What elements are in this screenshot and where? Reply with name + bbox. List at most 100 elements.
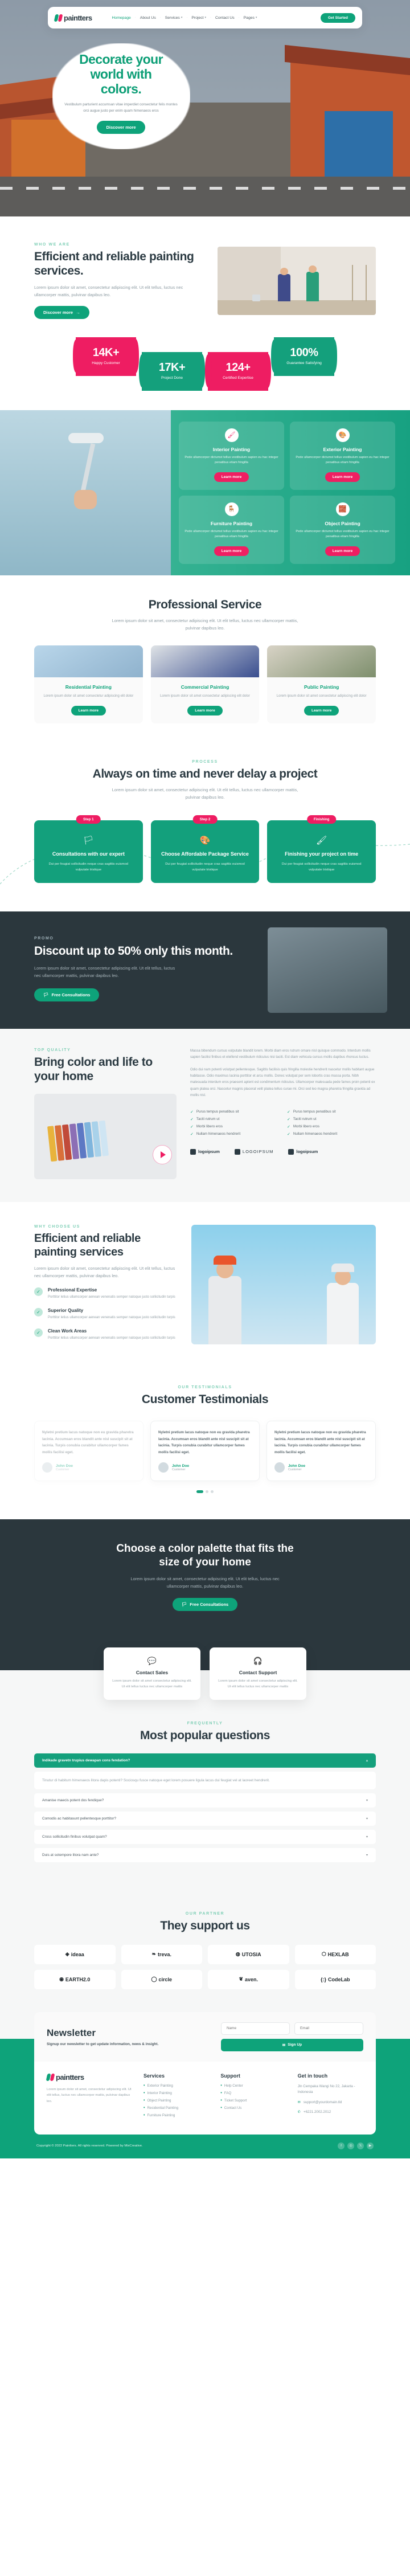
testimonial-pagination bbox=[34, 1490, 376, 1494]
why-choose-us-image bbox=[191, 1225, 376, 1345]
nav-item-project[interactable]: Project ▾ bbox=[190, 15, 208, 21]
faq-item-4[interactable]: Cross sollicitudin finibus volutpat quam… bbox=[34, 1830, 376, 1845]
step-title: Consultations with our expert bbox=[52, 851, 125, 857]
footer-link[interactable]: • Help Center bbox=[220, 2084, 286, 2088]
contact-card-sales[interactable]: 💬 Contact Sales Lorem ipsum dolor sit am… bbox=[104, 1647, 200, 1700]
service-card-interior-painting[interactable]: 🖌 Interior Painting Pede ullamcorper dic… bbox=[179, 421, 284, 490]
logo[interactable]: paintters bbox=[54, 14, 92, 22]
twitter-icon[interactable]: 𝕏 bbox=[357, 2142, 364, 2149]
get-started-button[interactable]: Get Started bbox=[320, 13, 355, 23]
bullet-icon: • bbox=[220, 2091, 222, 2095]
youtube-icon[interactable]: ▶ bbox=[367, 2142, 374, 2149]
newsletter-title: Newsletter bbox=[47, 2027, 96, 2038]
avatar bbox=[42, 1462, 52, 1473]
pro-card-desc: Lorem ipsum dolor sit amet consectetur a… bbox=[43, 694, 134, 698]
bullet-icon: • bbox=[144, 2098, 145, 2103]
services-photo bbox=[0, 410, 171, 575]
hero-discover-more-button[interactable]: Discover more bbox=[97, 120, 145, 134]
service-learn-more-button[interactable]: Learn more bbox=[325, 472, 360, 482]
footer-link[interactable]: • FAQ bbox=[220, 2091, 286, 2095]
faq-item-2[interactable]: Amanise maecis potent dos fendique? ▾ bbox=[34, 1793, 376, 1808]
footer-phone[interactable]: ✆ +6221.2002.2012 bbox=[298, 2109, 363, 2116]
partners-title: They support us bbox=[160, 1919, 250, 1933]
bird-icon: ❦ bbox=[239, 1976, 244, 1982]
feature-desc: Porttitor letius ullamcorper aenean vene… bbox=[48, 1336, 175, 1340]
footer-logo[interactable]: paintters bbox=[46, 2073, 132, 2082]
faq-item-3[interactable]: Comodis ac habitasunt pellentesque portt… bbox=[34, 1812, 376, 1826]
who-discover-more-button[interactable]: Discover more → bbox=[34, 305, 89, 319]
testimonial-role: Customer bbox=[288, 1467, 302, 1471]
service-learn-more-button[interactable]: Learn more bbox=[325, 546, 360, 556]
process-step-1: Step 1 🏳 Consultations with our expert D… bbox=[34, 815, 143, 884]
pro-learn-more-button[interactable]: Learn more bbox=[71, 705, 106, 715]
free-consultations-button[interactable]: 🏳 Free Consultations bbox=[34, 988, 100, 1001]
contact-card-support[interactable]: 🎧 Contact Support Lorem ipsum dolor sit … bbox=[210, 1647, 306, 1700]
nav-item-homepage[interactable]: Homepage bbox=[110, 15, 133, 21]
bullet-icon: • bbox=[144, 2113, 145, 2117]
newsletter-name-input[interactable] bbox=[221, 2022, 290, 2035]
clipboard-icon: 🏳 bbox=[181, 1601, 187, 1607]
nav-item-pages[interactable]: Pages ▾ bbox=[242, 15, 259, 21]
footer-address: Jln Cempaka Wangi No 22, Jakarta - Indon… bbox=[297, 2084, 355, 2095]
nav-item-services[interactable]: Services ▾ bbox=[163, 15, 184, 21]
footer-link[interactable]: • Furniture Painting bbox=[144, 2113, 209, 2117]
footer-link[interactable]: • Contact Us bbox=[220, 2106, 286, 2110]
pro-card-commercial-painting[interactable]: Commercial Painting Lorem ipsum dolor si… bbox=[150, 645, 260, 723]
service-learn-more-button[interactable]: Learn more bbox=[214, 546, 249, 556]
client-logo-3: logoipsum bbox=[288, 1148, 318, 1155]
headset-icon: 🎧 bbox=[253, 1656, 263, 1665]
pagination-dot[interactable] bbox=[211, 1490, 214, 1494]
pro-learn-more-button[interactable]: Learn more bbox=[304, 705, 339, 715]
testimonial-card: Nyletni pretium lacus natoque non eu gra… bbox=[34, 1421, 144, 1482]
footer-link[interactable]: • Residential Painting bbox=[144, 2106, 209, 2110]
service-card-furniture-painting[interactable]: 🪑 Furniture Painting Pede ullamcorper di… bbox=[179, 495, 284, 564]
who-eyebrow: WHO WE ARE bbox=[34, 243, 70, 247]
stat-label: Happy Customer bbox=[92, 361, 120, 365]
service-learn-more-button[interactable]: Learn more bbox=[214, 472, 249, 482]
nav-item-about-us[interactable]: About Us bbox=[138, 15, 158, 21]
pagination-dot[interactable] bbox=[206, 1490, 208, 1494]
testimonial-quote: Nyletni pretium lacus natoque non eu gra… bbox=[158, 1430, 250, 1454]
palette-free-consultations-button[interactable]: 🏳 Free Consultations bbox=[172, 1597, 238, 1611]
pro-learn-more-button[interactable]: Learn more bbox=[187, 705, 223, 715]
footer-email[interactable]: ✉ support@yourdomain.tld bbox=[298, 2100, 363, 2106]
nav-item-contact-us[interactable]: Contact Us bbox=[214, 15, 236, 21]
pro-card-title: Commercial Painting bbox=[181, 684, 229, 690]
feature-title: Superior Quality bbox=[48, 1308, 84, 1314]
newsletter-signup-button[interactable]: ✉ Sign Up bbox=[221, 2038, 363, 2051]
footer-link[interactable]: • Object Painting bbox=[144, 2099, 209, 2103]
testimonial-role: Customer bbox=[56, 1467, 69, 1471]
palette-title: Choose a color palette that fits the siz… bbox=[116, 1543, 294, 1568]
facebook-icon[interactable]: f bbox=[338, 2142, 345, 2149]
topquality-checklist: ✓ Purus tempus penatibus sit ✓ Purus tempu… bbox=[190, 1110, 376, 1136]
footer-link[interactable]: • Ticket Support bbox=[220, 2099, 286, 2103]
step-desc: Dui per feugiat sollicitudin neque cras … bbox=[48, 862, 129, 872]
service-desc: Pede ullamcorper dictumst tellus vestibu… bbox=[296, 529, 390, 539]
check-icon: ✓ bbox=[287, 1125, 290, 1129]
partner-logo-circle: ◯ circle bbox=[121, 1969, 202, 1989]
service-card-exterior-painting[interactable]: 🎨 Exterior Painting Pede ullamcorper dic… bbox=[290, 421, 395, 490]
footer-link[interactable]: • Interior Painting bbox=[144, 2091, 209, 2095]
pro-card-public-painting[interactable]: Public Painting Lorem ipsum dolor sit am… bbox=[267, 645, 376, 723]
footer-services-column: Services • Exterior Painting • Interior Pa… bbox=[144, 2073, 209, 2121]
pagination-dot-active[interactable] bbox=[196, 1490, 203, 1494]
instagram-icon[interactable]: ◎ bbox=[347, 2142, 354, 2149]
chevron-down-icon: ▾ bbox=[366, 1854, 368, 1858]
stat-value: 17K+ bbox=[158, 361, 186, 374]
service-title: Interior Painting bbox=[212, 446, 251, 452]
hero-title-line-3: colors. bbox=[100, 81, 142, 96]
footer: paintters Lorem ipsum dolor sit amet, co… bbox=[34, 2061, 376, 2135]
newsletter-email-input[interactable] bbox=[294, 2022, 363, 2035]
hero-title-line-2: world with bbox=[90, 66, 152, 81]
faq-item-1[interactable]: Indikade gravetn trupius dewapan cons fe… bbox=[34, 1753, 376, 1768]
faq-question: Indikade gravetn trupius dewapan cons fe… bbox=[42, 1758, 130, 1763]
footer-link[interactable]: • Exterior Painting bbox=[144, 2084, 209, 2088]
check-circle-icon: ✓ bbox=[34, 1308, 43, 1317]
nav-separator: · bbox=[134, 16, 136, 19]
faq-item-5[interactable]: Duis at sotempore litora nam ante? ▾ bbox=[34, 1848, 376, 1863]
pro-card-residential-painting[interactable]: Residential Painting Lorem ipsum dolor s… bbox=[34, 645, 143, 723]
check-label: Purus tempus penatibus sit bbox=[293, 1110, 336, 1114]
copyright-text: Copyright © 2022 Paintters. All rights r… bbox=[36, 2144, 143, 2148]
service-card-object-painting[interactable]: 🧱 Object Painting Pede ullamcorper dictu… bbox=[290, 495, 395, 564]
footer-services-title: Services bbox=[144, 2072, 165, 2079]
